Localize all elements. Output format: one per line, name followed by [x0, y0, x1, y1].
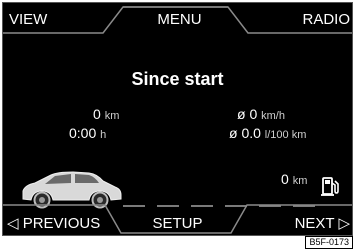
infotainment-screen: VIEW MENU RADIO Since start 0 km 0:00 h …: [2, 2, 353, 236]
range-readout: 0 km: [281, 171, 307, 187]
range-value: 0: [281, 171, 289, 187]
distance-readout: 0 km: [93, 106, 119, 122]
menu-button[interactable]: MENU: [5, 5, 352, 35]
figure-reference: B5F-0173: [305, 236, 353, 249]
bottom-nav-bar: ◁ PREVIOUS SETUP NEXT ▷: [3, 204, 352, 235]
avg-speed-value: ø 0: [237, 106, 258, 122]
top-nav-bar: VIEW MENU RADIO: [3, 3, 352, 35]
distance-value: 0: [93, 106, 101, 122]
next-button[interactable]: NEXT ▷: [295, 209, 350, 235]
distance-unit: km: [104, 110, 120, 122]
radio-button[interactable]: RADIO: [302, 5, 350, 35]
trip-title: Since start: [131, 69, 224, 89]
avg-consumption-unit: l/100 km: [264, 129, 307, 141]
time-unit: h: [100, 129, 107, 141]
time-readout: 0:00 h: [69, 125, 106, 141]
avg-consumption-value: ø 0.0: [229, 125, 261, 141]
range-unit: km: [292, 175, 308, 187]
fuel-pump-icon: [321, 177, 339, 196]
avg-consumption-readout: ø 0.0 l/100 km: [229, 125, 306, 141]
avg-speed-unit: km/h: [261, 110, 285, 122]
avg-speed-readout: ø 0 km/h: [237, 106, 285, 122]
time-value: 0:00: [69, 125, 97, 141]
